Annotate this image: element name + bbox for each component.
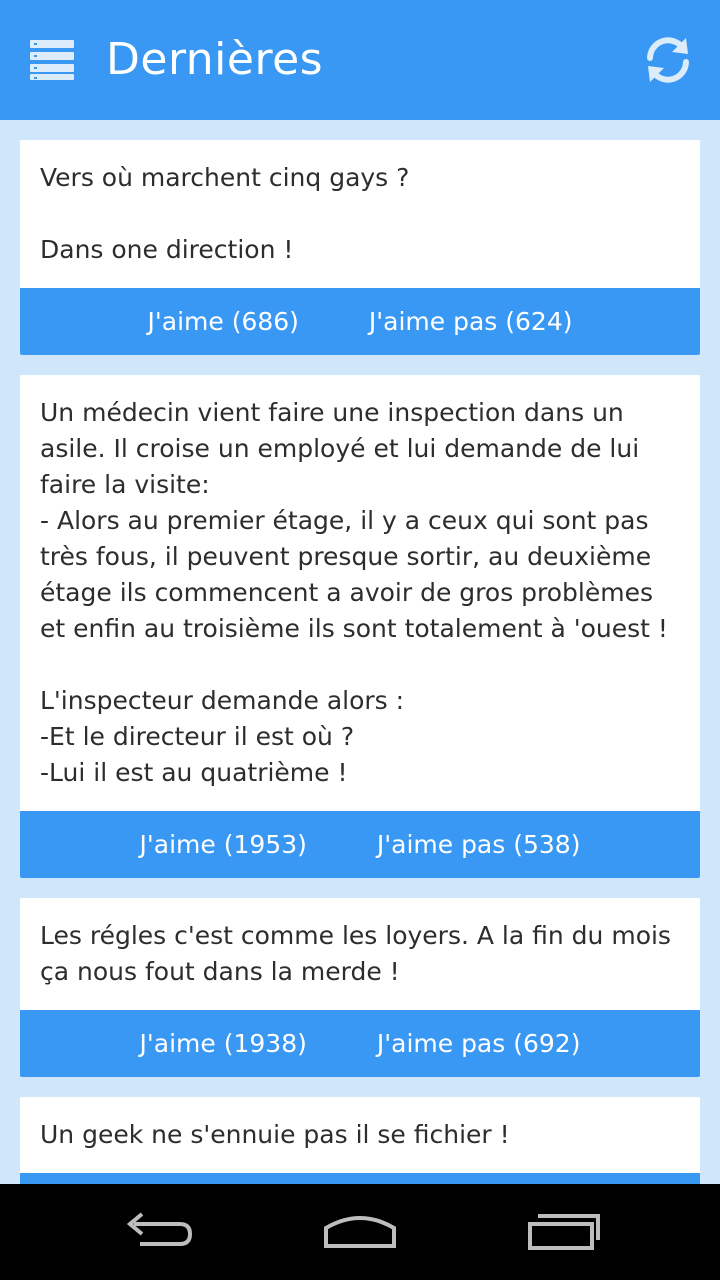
recent-apps-icon[interactable] — [526, 1202, 606, 1262]
joke-card: Vers où marchent cinq gays ? Dans one di… — [20, 140, 700, 355]
hamburger-menu-icon[interactable] — [30, 40, 74, 80]
like-button[interactable]: J'aime (1938) — [140, 1010, 307, 1077]
joke-actions — [20, 1173, 700, 1184]
like-button[interactable]: J'aime (1953) — [140, 811, 307, 878]
joke-text: Les régles c'est comme les loyers. A la … — [40, 921, 679, 986]
joke-text: Un médecin vient faire une inspection da… — [40, 398, 668, 787]
joke-text: Vers où marchent cinq gays ? Dans one di… — [40, 163, 410, 264]
joke-card: Un médecin vient faire une inspection da… — [20, 375, 700, 878]
dislike-button[interactable]: J'aime pas (692) — [377, 1010, 581, 1077]
joke-actions: J'aime (1938) J'aime pas (692) — [20, 1010, 700, 1077]
like-button[interactable]: J'aime (686) — [148, 288, 299, 355]
refresh-icon[interactable] — [642, 34, 694, 86]
joke-card: Les régles c'est comme les loyers. A la … — [20, 898, 700, 1077]
joke-card: Un geek ne s'ennuie pas il se fichier ! — [20, 1097, 700, 1184]
back-icon[interactable] — [120, 1202, 200, 1262]
system-navigation-bar — [0, 1184, 720, 1280]
home-icon[interactable] — [320, 1202, 400, 1262]
dislike-button[interactable]: J'aime pas (624) — [369, 288, 573, 355]
page-title: Dernières — [106, 34, 324, 85]
joke-actions: J'aime (686) J'aime pas (624) — [20, 288, 700, 355]
joke-text: Un geek ne s'ennuie pas il se fichier ! — [40, 1120, 510, 1149]
app-bar: Dernières — [0, 0, 720, 120]
dislike-button[interactable]: J'aime pas (538) — [377, 811, 581, 878]
joke-actions: J'aime (1953) J'aime pas (538) — [20, 811, 700, 878]
joke-feed[interactable]: Vers où marchent cinq gays ? Dans one di… — [20, 140, 700, 1184]
